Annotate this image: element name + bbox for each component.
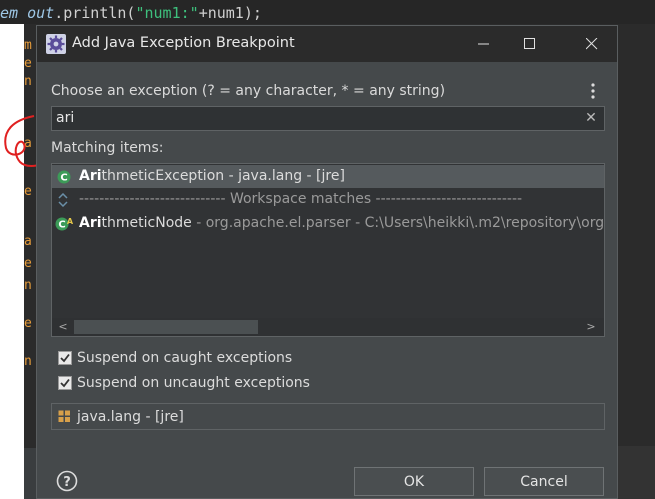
svg-text:C: C [60,173,67,184]
ok-button[interactable]: OK [354,467,474,496]
suspend-caught-checkbox[interactable] [58,351,72,365]
item-rest: thmeticException - java.lang - [jre] [101,168,345,184]
scroll-left-icon[interactable]: < [56,320,70,334]
dialog-title: Add Java Exception Breakpoint [72,35,295,51]
maximize-button[interactable] [507,26,553,62]
suspend-uncaught-checkbox[interactable] [58,376,72,390]
choose-exception-label: Choose an exception (? = any character, … [51,83,446,99]
separator-arrows-icon [58,193,68,207]
search-value[interactable]: ari [56,110,74,126]
class-c-icon: C [57,170,71,184]
item-rest: thmeticNode [101,215,192,231]
help-icon[interactable]: ? [56,470,78,492]
package-label: java.lang - [jre] [77,409,184,425]
code-suffix: +num1); [198,4,262,22]
maximize-icon [524,38,535,49]
svg-text:C: C [58,220,65,231]
svg-text:?: ? [63,475,71,490]
view-menu-icon[interactable] [588,82,598,100]
list-item-label: ArithmeticException - java.lang - [jre] [79,168,345,184]
code-method: out [27,4,55,22]
matching-items-list: C ArithmeticException - java.lang - [jre… [51,163,605,337]
item-detail: - org.apache.el.parser - C:\Users\heikki… [191,215,604,231]
minimize-button[interactable] [461,26,507,62]
list-item-label: ArithmeticNode - org.apache.el.parser - … [79,215,604,231]
suspend-caught-label[interactable]: Suspend on caught exceptions [77,350,292,366]
suspend-uncaught-label[interactable]: Suspend on uncaught exceptions [77,375,310,391]
code-string: "num1:" [135,4,199,22]
minimize-icon [478,43,489,45]
checkmark-icon [60,378,70,388]
checkmark-icon [60,353,70,363]
list-item-arithmetic-exception[interactable]: C ArithmeticException - java.lang - [jre… [52,165,604,188]
exception-breakpoint-dialog: Add Java Exception Breakpoint Choose an … [36,25,618,499]
close-icon [586,38,598,50]
svg-text:A: A [67,217,74,226]
scroll-thumb[interactable] [74,320,258,334]
package-field: java.lang - [jre] [51,403,605,430]
match-highlight: Ari [79,168,102,184]
code-prefix: em [0,4,19,22]
code-call: .println( [54,4,136,22]
horizontal-scrollbar[interactable]: < > [52,318,604,336]
list-item-arithmetic-node[interactable]: C A ArithmeticNode - org.apache.el.parse… [52,212,604,235]
cancel-button[interactable]: Cancel [484,467,604,496]
scroll-right-icon[interactable]: > [584,320,598,334]
close-button[interactable] [569,26,615,62]
exception-search-input[interactable]: ari ✕ [51,106,605,131]
eclipse-gear-icon [46,34,66,54]
match-highlight: Ari [79,215,102,231]
code-line: em out.println("num1:"+num1); [0,4,262,22]
matching-items-label: Matching items: [51,140,164,156]
clear-search-icon[interactable]: ✕ [582,109,600,127]
editor-background: em out.println("num1:"+num1); [0,0,655,24]
titlebar: Add Java Exception Breakpoint [37,26,617,62]
package-icon [58,410,70,422]
class-c-icon: C A [55,217,74,231]
workspace-matches-separator: ----------------------------- Workspace … [52,188,604,211]
separator-text: ----------------------------- Workspace … [79,191,523,207]
